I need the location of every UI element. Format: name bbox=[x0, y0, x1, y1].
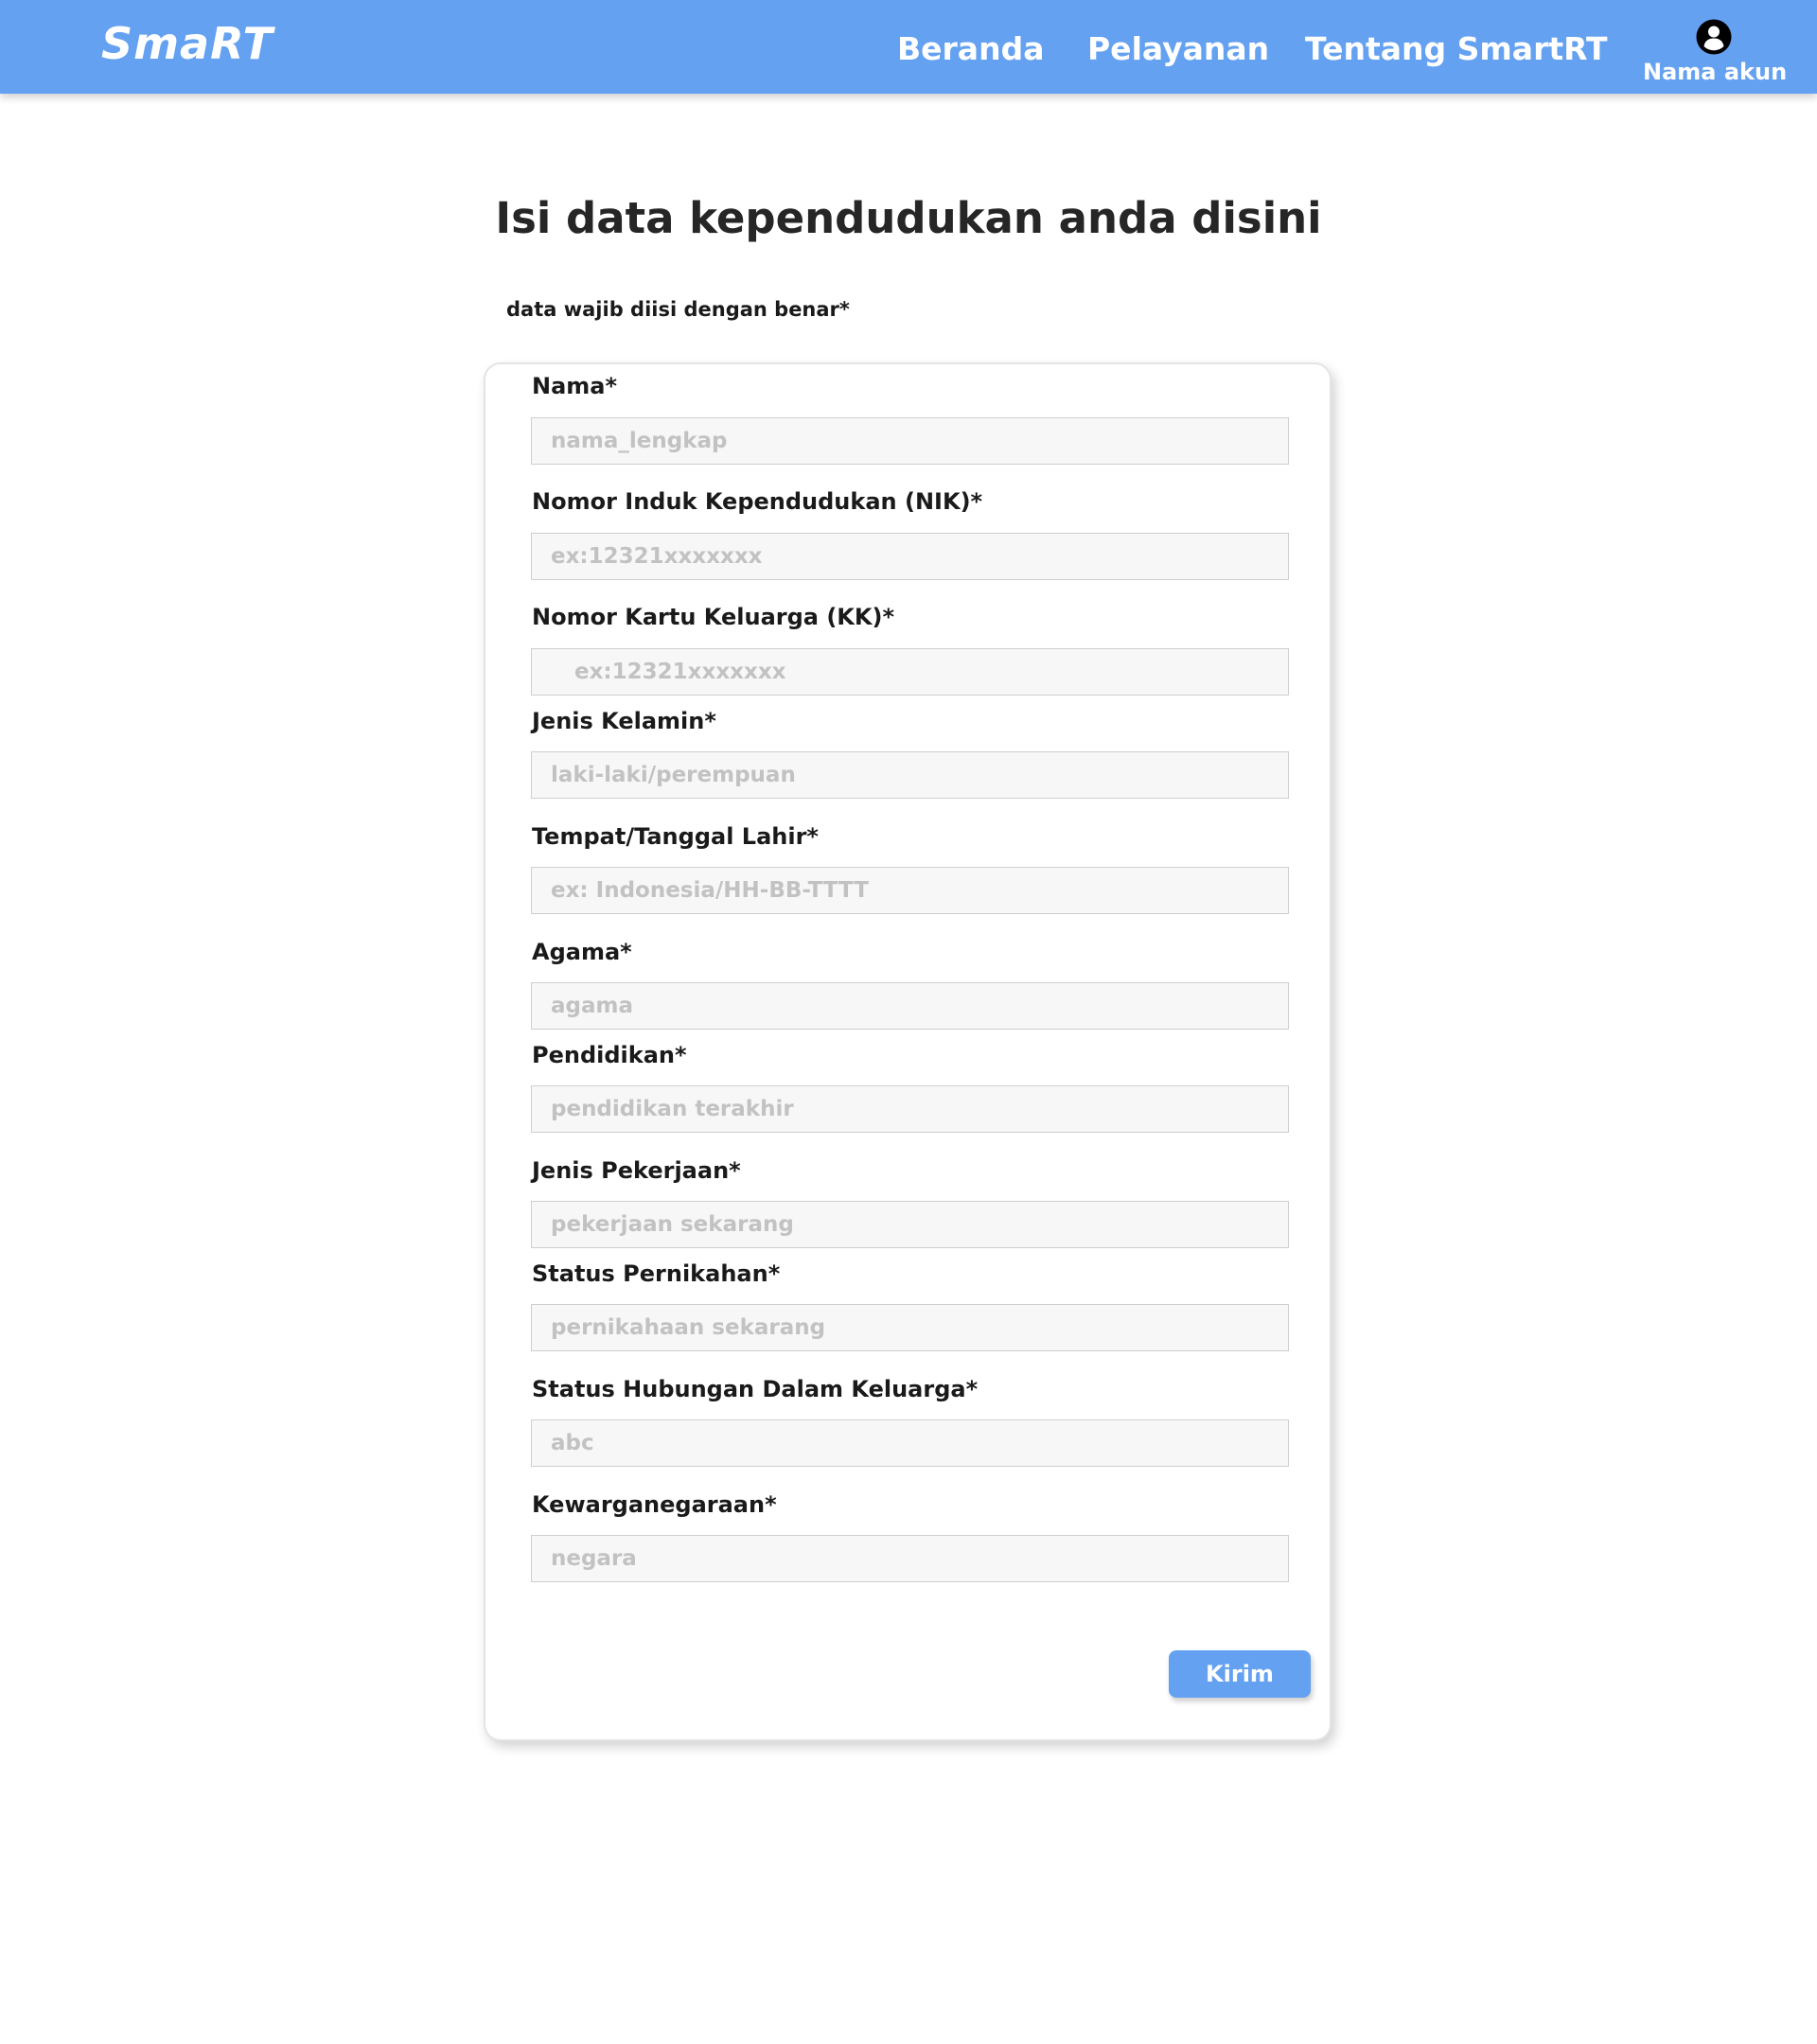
field-label-tempat-tanggal-lahir: Tempat/Tanggal Lahir* bbox=[532, 823, 819, 850]
kk-input[interactable] bbox=[531, 648, 1289, 696]
nama-input[interactable] bbox=[531, 417, 1289, 465]
required-note: data wajib diisi dengan benar* bbox=[506, 298, 850, 321]
page-title: Isi data kependudukan anda disini bbox=[495, 193, 1322, 243]
field-label-jenis-pekerjaan: Jenis Pekerjaan* bbox=[532, 1157, 741, 1184]
status-pernikahan-input[interactable] bbox=[531, 1304, 1289, 1351]
tempat-tanggal-lahir-input[interactable] bbox=[531, 867, 1289, 914]
nav-link-tentang-smartrt[interactable]: Tentang SmartRT bbox=[1305, 30, 1608, 67]
top-navbar: SmaRT Beranda Pelayanan Tentang SmartRT … bbox=[0, 0, 1817, 94]
status-hubungan-input[interactable] bbox=[531, 1419, 1289, 1467]
kewarganegaraan-input[interactable] bbox=[531, 1535, 1289, 1582]
nav-link-pelayanan[interactable]: Pelayanan bbox=[1087, 30, 1269, 67]
field-label-nik: Nomor Induk Kependudukan (NIK)* bbox=[532, 488, 983, 515]
account-name: Nama akun bbox=[1643, 59, 1788, 85]
field-label-jenis-kelamin: Jenis Kelamin* bbox=[532, 708, 716, 734]
brand-logo[interactable]: SmaRT bbox=[101, 18, 273, 69]
account-menu[interactable]: Nama akun bbox=[1643, 19, 1788, 85]
population-data-form: Nama* Nomor Induk Kependudukan (NIK)* No… bbox=[484, 362, 1332, 1741]
nik-input[interactable] bbox=[531, 533, 1289, 580]
field-label-kk: Nomor Kartu Keluarga (KK)* bbox=[532, 604, 895, 630]
jenis-kelamin-input[interactable] bbox=[531, 751, 1289, 799]
user-circle-icon bbox=[1696, 19, 1732, 55]
nav-link-beranda[interactable]: Beranda bbox=[897, 30, 1044, 67]
field-label-status-hubungan: Status Hubungan Dalam Keluarga* bbox=[532, 1376, 979, 1402]
field-label-nama: Nama* bbox=[532, 373, 618, 399]
agama-input[interactable] bbox=[531, 982, 1289, 1030]
pendidikan-input[interactable] bbox=[531, 1085, 1289, 1133]
field-label-agama: Agama* bbox=[532, 939, 632, 965]
field-label-pendidikan: Pendidikan* bbox=[532, 1042, 687, 1068]
jenis-pekerjaan-input[interactable] bbox=[531, 1201, 1289, 1248]
submit-button[interactable]: Kirim bbox=[1169, 1650, 1311, 1698]
field-label-kewarganegaraan: Kewarganegaraan* bbox=[532, 1491, 777, 1518]
field-label-status-pernikahan: Status Pernikahan* bbox=[532, 1260, 781, 1287]
